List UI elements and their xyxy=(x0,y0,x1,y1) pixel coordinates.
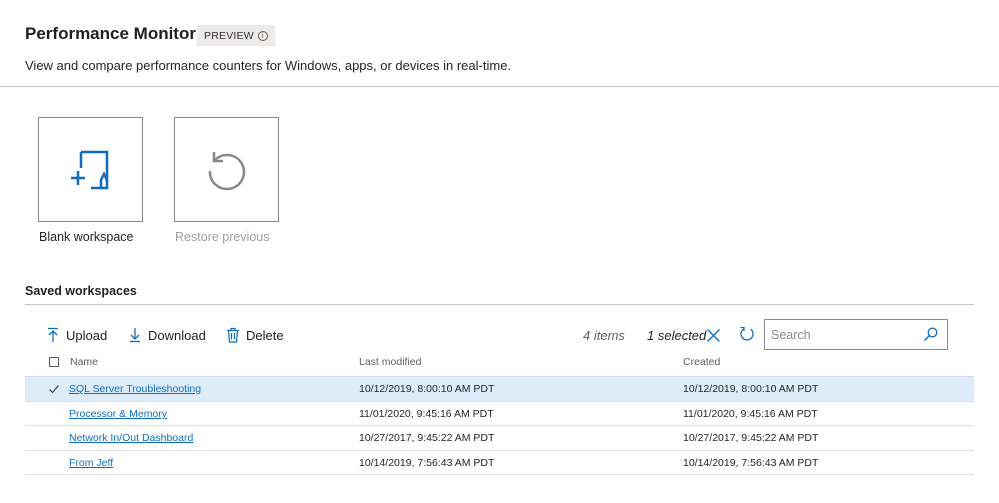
created-cell: 10/12/2019, 8:00:10 AM PDT xyxy=(683,383,819,395)
workspace-name-link[interactable]: Network In/Out Dashboard xyxy=(69,432,193,444)
select-all-checkbox[interactable] xyxy=(49,357,59,367)
page-header: Performance Monitor PREVIEW i View and c… xyxy=(0,0,999,87)
search-box[interactable] xyxy=(764,319,948,350)
trash-icon xyxy=(227,327,239,343)
preview-badge-label: PREVIEW xyxy=(204,29,254,42)
checkmark-icon[interactable] xyxy=(49,384,59,394)
workspace-name-link[interactable]: From Jeff xyxy=(69,457,113,469)
download-icon xyxy=(130,328,140,343)
page-subtitle: View and compare performance counters fo… xyxy=(25,58,512,73)
blank-workspace-label: Blank workspace xyxy=(39,230,134,244)
info-icon: i xyxy=(257,30,268,41)
column-header-name[interactable]: Name xyxy=(70,356,98,368)
download-button[interactable]: Download xyxy=(128,327,206,343)
table-row[interactable]: SQL Server Troubleshooting 10/12/2019, 8… xyxy=(25,376,974,401)
created-cell: 10/14/2019, 7:56:43 AM PDT xyxy=(683,457,819,469)
upload-button[interactable]: Upload xyxy=(46,327,107,343)
created-cell: 10/27/2017, 9:45:22 AM PDT xyxy=(683,432,819,444)
workspace-name-link[interactable]: Processor & Memory xyxy=(69,408,167,420)
last-modified-cell: 10/27/2017, 9:45:22 AM PDT xyxy=(359,432,495,444)
saved-workspaces-title: Saved workspaces xyxy=(25,284,137,298)
preview-badge[interactable]: PREVIEW i xyxy=(197,25,275,46)
upload-label: Upload xyxy=(66,327,108,343)
restore-previous-tile xyxy=(174,117,279,222)
column-header-last-modified[interactable]: Last modified xyxy=(359,356,421,368)
search-input[interactable] xyxy=(771,325,911,344)
column-header-created[interactable]: Created xyxy=(683,356,720,368)
restore-icon xyxy=(208,151,245,190)
download-label: Download xyxy=(148,327,206,343)
table-row[interactable]: Processor & Memory 11/01/2020, 9:45:16 A… xyxy=(25,401,974,426)
search-icon[interactable] xyxy=(923,327,938,342)
table-row[interactable]: From Jeff 10/14/2019, 7:56:43 AM PDT 10/… xyxy=(25,450,974,475)
delete-label: Delete xyxy=(246,327,284,343)
restore-previous-label: Restore previous xyxy=(175,230,270,244)
delete-button[interactable]: Delete xyxy=(226,327,284,343)
selected-count: 1 selected xyxy=(647,328,707,343)
section-divider xyxy=(25,304,974,305)
table-row[interactable]: Network In/Out Dashboard 10/27/2017, 9:4… xyxy=(25,425,974,450)
items-count: 4 items xyxy=(583,328,625,343)
last-modified-cell: 10/14/2019, 7:56:43 AM PDT xyxy=(359,457,495,469)
workspace-name-link[interactable]: SQL Server Troubleshooting xyxy=(69,383,201,395)
refresh-icon[interactable] xyxy=(739,326,755,342)
last-modified-cell: 11/01/2020, 9:45:16 AM PDT xyxy=(359,408,494,420)
last-modified-cell: 10/12/2019, 8:00:10 AM PDT xyxy=(359,383,495,395)
clear-selection-icon[interactable] xyxy=(706,328,721,343)
new-workspace-icon xyxy=(70,150,108,189)
blank-workspace-tile[interactable] xyxy=(38,117,143,222)
page-title: Performance Monitor xyxy=(25,24,196,43)
upload-icon xyxy=(48,327,58,342)
table-bottom-border xyxy=(25,474,974,475)
created-cell: 11/01/2020, 9:45:16 AM PDT xyxy=(683,408,818,420)
